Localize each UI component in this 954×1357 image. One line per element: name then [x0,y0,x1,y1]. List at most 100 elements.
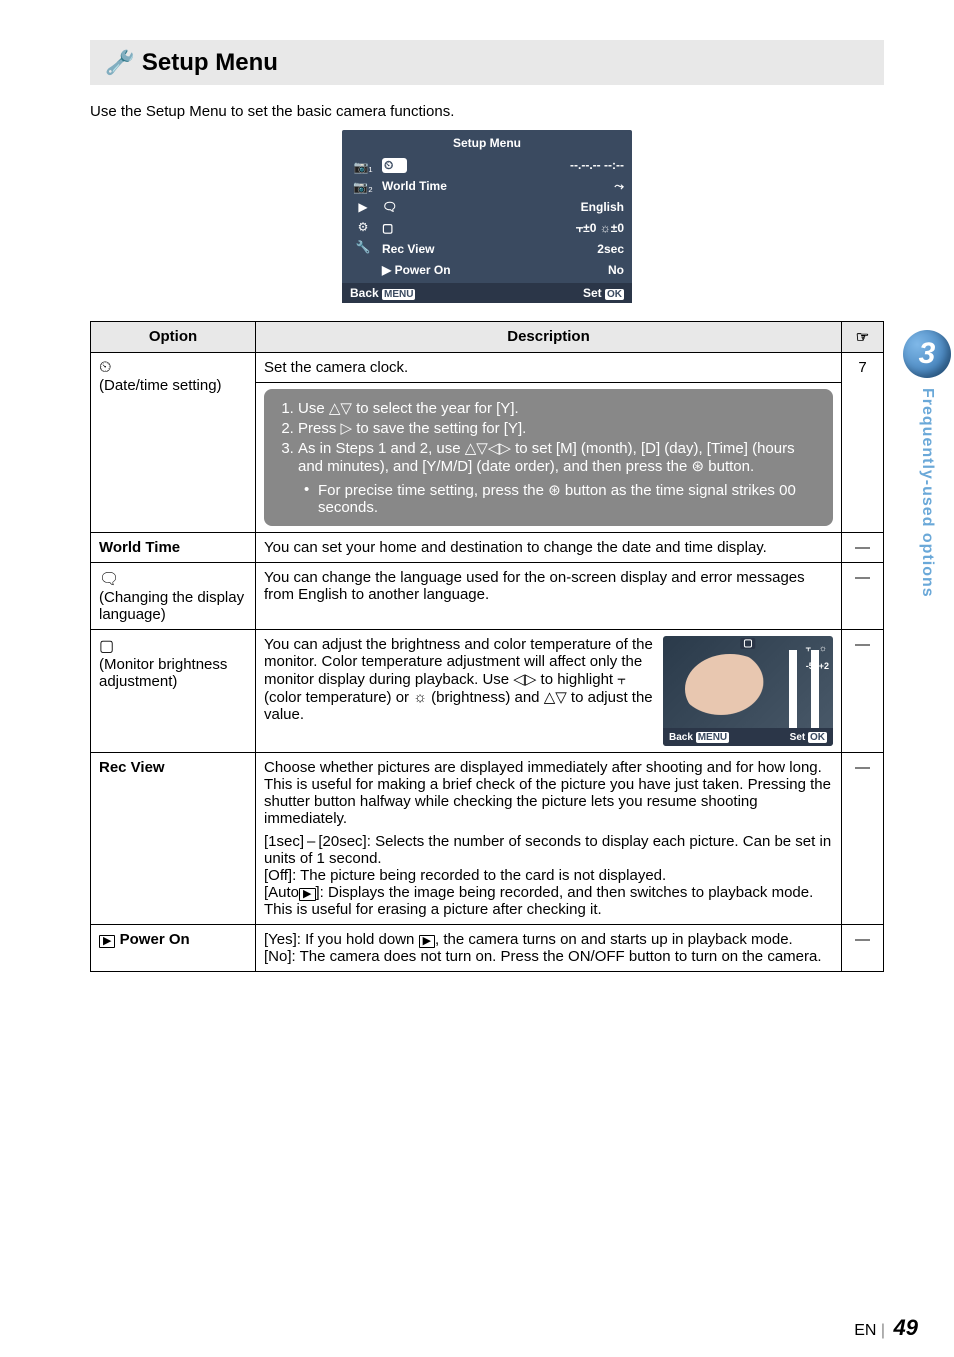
color-temp-scale [789,650,797,730]
settings-table: Option Description ☞ ⏲ (Date/time settin… [90,321,884,972]
setup-row-recview: Rec View 2sec [382,240,624,258]
monitor-adjust-preview: ▢ ⫟ ☼ -5 +2 [663,636,833,746]
preview-set: Set OK [790,732,827,743]
setup-back: Back MENU [350,286,415,300]
ref-recview: — [842,753,884,925]
opt-poweron: ▶ Power On [91,925,256,972]
language-icon: 🗨 [382,200,397,214]
rec-view-value: 2sec [597,242,624,256]
opt-monitor: ▢ (Monitor brightness adjustment) [91,630,256,753]
play-icon: ▶ [419,935,435,948]
opt-language-sub: (Changing the display language) [99,589,244,623]
clock-step1: Use △▽ to select the year for [Y]. [298,399,819,417]
camera1-icon: 📷₁ [354,160,373,174]
ok-button-icon: OK [808,732,827,743]
clock-icon: ⏲ [382,158,407,173]
recview-para2c: [Auto▶]: Displays the image being record… [264,884,833,918]
opt-clock: ⏲ (Date/time setting) [91,353,256,533]
desc-recview: Choose whether pictures are displayed im… [256,753,842,925]
recview-para2b: [Off]: The picture being recorded to the… [264,867,833,884]
opt-world: World Time [91,533,256,563]
preview-photo-subject [685,654,775,724]
ok-button-icon: OK [605,289,624,300]
camera2-icon: 📷₂ [353,180,373,194]
gear-tab-icon: ⚙ [358,220,369,234]
power-on-label: ▶ Power On [382,263,451,277]
play-icon: ▶ [299,888,315,901]
th-option: Option [91,322,256,353]
setup-set: Set OK [583,286,624,300]
opt-language: 🗨 (Changing the display language) [91,563,256,630]
clock-value: --.--.-- --:-- [570,158,624,172]
page-title: Setup Menu [142,49,278,77]
footer-page-number: 49 [894,1315,918,1340]
monitor-icon: ▢ [99,636,112,656]
setup-menu-title: Setup Menu [342,132,632,156]
chapter-label: Frequently-used options [918,382,936,604]
th-ref: ☞ [842,322,884,353]
desc-clock: Set the camera clock. Use △▽ to select t… [256,353,842,533]
table-row: ⏲ (Date/time setting) Set the camera clo… [91,353,884,533]
thumb-monitor-icon: ▢ [740,638,755,649]
table-row: Rec View Choose whether pictures are dis… [91,753,884,925]
ref-clock: 7 [842,353,884,533]
clock-steps-panel: Use △▽ to select the year for [Y]. Press… [264,389,833,526]
recview-para1: Choose whether pictures are displayed im… [264,759,833,827]
setup-row-clock: ⏲ --.--.-- --:-- [382,156,624,174]
poweron-no: [No]: The camera does not turn on. Press… [264,948,822,965]
ref-language: — [842,563,884,630]
preview-back: Back MENU [669,732,729,743]
clock-step2: Press ▷ to save the setting for [Y]. [298,419,819,437]
clock-bullet: For precise time setting, press the ⊛ bu… [304,481,819,516]
monitor-desc-text: You can adjust the brightness and color … [264,636,653,723]
page-heading: 🔧 Setup Menu [90,40,884,85]
setup-footer: Back MENU Set OK [342,283,632,303]
table-row: ▶ Power On [Yes]: If you hold down ▶, th… [91,925,884,972]
power-on-value: No [608,263,624,277]
clock-summary: Set the camera clock. [256,353,841,383]
language-value: English [581,200,624,214]
desc-world: You can set your home and destination to… [256,533,842,563]
footer-lang: EN [854,1322,876,1339]
setup-tab-icons: 📷₁ 📷₂ ▶ ⚙ 🔧 [350,156,376,279]
setup-row-monitor: ▢ ⫟±0 ☼±0 [382,219,624,237]
language-icon: 🗨 [99,569,119,589]
preview-footer: Back MENU Set OK [663,728,833,746]
recview-para2a: [1sec] – [20sec]: Selects the number of … [264,833,833,867]
scale-icons: ⫟ ☼ -5 +2 [806,644,829,671]
setup-row-world: World Time ⤳ [382,177,624,195]
play-icon: ▶ [99,935,115,948]
world-time-icon: ⤳ [614,179,624,194]
setup-row-language: 🗨 English [382,198,624,216]
monitor-value: ⫟±0 ☼±0 [576,221,624,236]
play-tab-icon: ▶ [358,200,367,214]
menu-button-icon: MENU [382,289,415,300]
page-footer: EN | 49 [854,1315,918,1341]
side-tab: 3 Frequently-used options [900,330,954,604]
clock-icon: ⏲ [99,359,111,377]
intro-text: Use the Setup Menu to set the basic came… [90,103,884,120]
table-row: World Time You can set your home and des… [91,533,884,563]
clock-step3: As in Steps 1 and 2, use △▽◁▷ to set [M]… [298,439,819,475]
opt-monitor-sub: (Monitor brightness adjustment) [99,656,227,690]
opt-clock-sub: (Date/time setting) [99,377,222,394]
menu-button-icon: MENU [696,732,729,743]
desc-language: You can change the language used for the… [256,563,842,630]
table-row: 🗨 (Changing the display language) You ca… [91,563,884,630]
th-description: Description [256,322,842,353]
ref-monitor: — [842,630,884,753]
rec-view-label: Rec View [382,242,434,256]
ref-poweron: — [842,925,884,972]
chapter-badge: 3 [903,330,951,378]
opt-recview: Rec View [91,753,256,925]
ref-world: — [842,533,884,563]
setup-row-poweron: ▶ Power On No [382,261,624,279]
setup-menu-screen: Setup Menu 📷₁ 📷₂ ▶ ⚙ 🔧 ⏲ --.--.-- --:-- … [342,130,632,303]
monitor-icon: ▢ [382,221,391,235]
wrench-tab-icon: 🔧 [356,240,371,254]
world-time-label: World Time [382,179,447,193]
desc-monitor: You can adjust the brightness and color … [256,630,842,753]
table-row: ▢ (Monitor brightness adjustment) You ca… [91,630,884,753]
desc-poweron: [Yes]: If you hold down ▶, the camera tu… [256,925,842,972]
wrench-icon: 🔧 [104,48,133,78]
